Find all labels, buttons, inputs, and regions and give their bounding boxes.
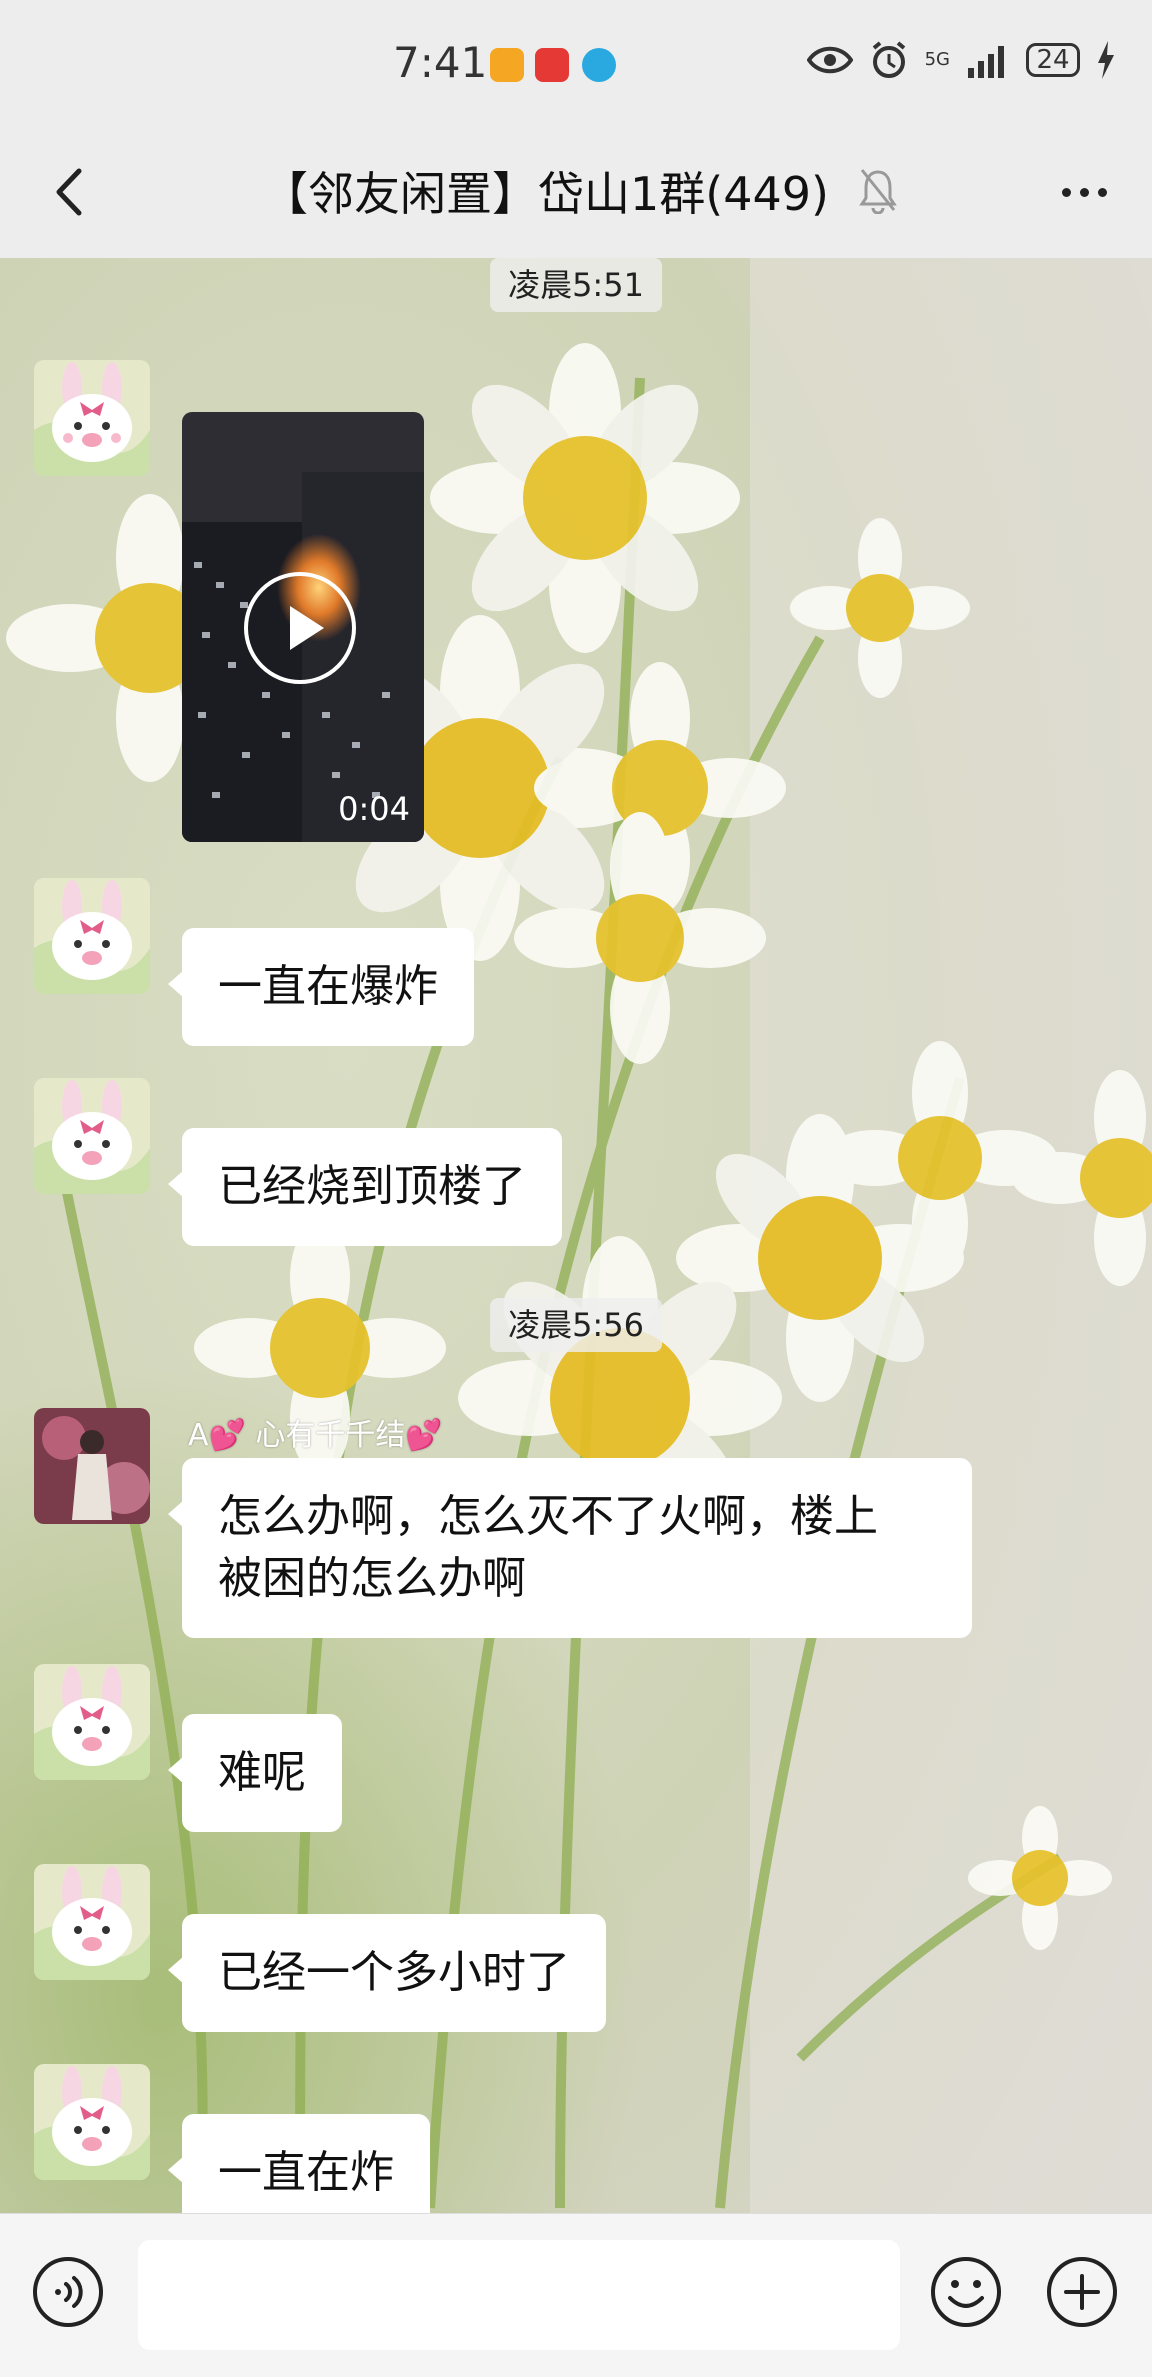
chat-bubble[interactable]: 已经烧到顶楼了 [168, 1128, 562, 1246]
message-text: 怎么办啊，怎么灭不了火啊，楼上 [218, 1491, 878, 1542]
voice-input-icon[interactable] [30, 2254, 106, 2330]
back-button[interactable] [36, 160, 100, 224]
video-message[interactable]: 0:04 [182, 412, 424, 842]
status-time: 7:41 [393, 38, 488, 87]
mute-bell-icon [859, 169, 897, 214]
chat-bubble[interactable]: 怎么办啊，怎么灭不了火啊，楼上 被困的怎么办啊 [168, 1458, 972, 1638]
chat-header: 【邻友闲置】岱山1群(449) [0, 130, 1152, 258]
avatar[interactable] [34, 878, 150, 994]
message-text: 已经烧到顶楼了 [218, 1161, 526, 1212]
message-text: 一直在炸 [218, 2147, 394, 2198]
avatar[interactable] [34, 1408, 150, 1524]
message-text: 已经一个多小时了 [218, 1947, 570, 1998]
alarm-icon [872, 41, 905, 78]
chat-bubble[interactable]: 难呢 [168, 1714, 342, 1832]
network-type: 5G [924, 49, 950, 70]
message-text: 被困的怎么办啊 [218, 1553, 526, 1604]
avatar[interactable] [34, 1078, 150, 1194]
message-input[interactable] [138, 2240, 900, 2350]
chat-message-list[interactable]: 凌晨5:51 0:04 一直在爆炸 已经烧到顶楼了 凌晨5:56 A💕 心有千千… [0, 258, 1152, 2213]
avatar[interactable] [34, 1864, 150, 1980]
message-text: 难呢 [218, 1747, 306, 1798]
app-notification-icon [582, 48, 616, 82]
input-bar [0, 2213, 1152, 2377]
play-icon[interactable] [244, 572, 356, 684]
emoji-icon[interactable] [928, 2254, 1004, 2330]
avatar[interactable] [34, 1664, 150, 1780]
video-duration: 0:04 [338, 790, 410, 828]
signal-icon [968, 46, 1004, 78]
chat-bubble[interactable]: 一直在炸 [168, 2114, 430, 2213]
eye-icon [806, 46, 853, 74]
charging-icon [1098, 41, 1114, 79]
chat-title: 【邻友闲置】岱山1群(449) [262, 167, 829, 221]
message-timestamp: 凌晨5:56 [490, 1298, 662, 1352]
app-notification-icon [535, 48, 569, 82]
message-text: 一直在爆炸 [218, 961, 438, 1012]
avatar[interactable] [34, 2064, 150, 2180]
status-bar: 7:41 5G 24 [0, 0, 1152, 130]
message-timestamp: 凌晨5:51 [490, 258, 662, 312]
plus-icon[interactable] [1044, 2254, 1120, 2330]
chat-bubble[interactable]: 已经一个多小时了 [168, 1914, 606, 2032]
avatar[interactable] [34, 360, 150, 476]
chat-bubble[interactable]: 一直在爆炸 [168, 928, 474, 1046]
chevron-left-icon [56, 168, 82, 216]
battery-icon: 24 [1026, 43, 1080, 77]
more-options-button[interactable] [1046, 164, 1122, 220]
sender-nickname: A💕 心有千千结💕 [188, 1418, 443, 1453]
app-notification-icon [490, 48, 524, 82]
